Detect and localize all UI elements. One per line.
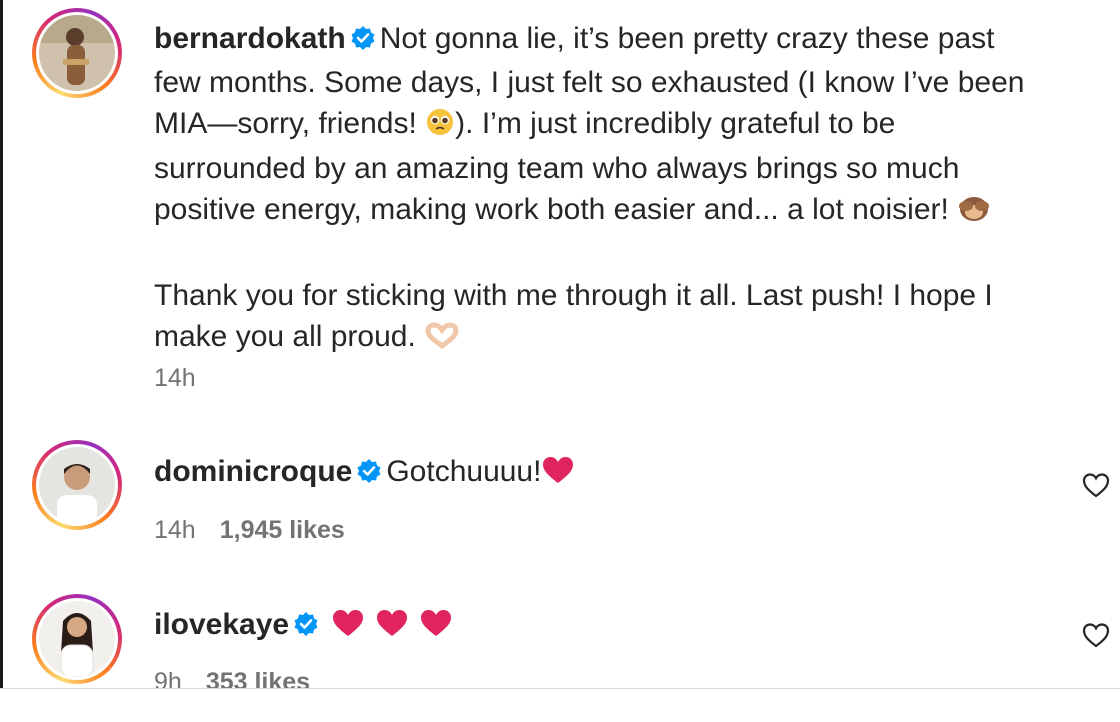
avatar-ilovekaye[interactable] (32, 594, 122, 684)
caption-timestamp[interactable]: 14h (154, 364, 196, 392)
verified-badge-icon (293, 607, 319, 648)
comment-text: Gotchuuuu! (386, 455, 542, 488)
comment-dominicroque: dominicroque Gotchuuuu! (154, 451, 1034, 496)
caption-meta: 14h (154, 364, 196, 393)
pleading-face-emoji (425, 107, 455, 148)
see-no-evil-monkey-emoji (957, 193, 991, 234)
comment-input-bar[interactable] (0, 688, 1120, 722)
avatar-bernardokath[interactable] (32, 8, 122, 98)
comment-timestamp[interactable]: 14h (154, 516, 196, 544)
caption-line-2: few months. Some days, I just felt so ex… (154, 66, 1025, 99)
red-heart-emoji (541, 455, 575, 496)
like-heart-outline-icon[interactable] (1081, 470, 1111, 500)
caption-line-3b: ). I’m just incredibly grateful to be (455, 107, 896, 140)
caption-text: bernardokath Not gonna lie, it’s been pr… (154, 18, 1084, 361)
caption-line-6: Thank you for sticking with me through i… (154, 279, 993, 312)
caption-line-1: Not gonna lie, it’s been pretty crazy th… (379, 22, 995, 55)
verified-badge-icon (356, 454, 382, 495)
comment-likes-count[interactable]: 1,945 likes (220, 516, 345, 544)
username-bernardokath[interactable]: bernardokath (154, 22, 346, 55)
caption-line-3a: MIA—sorry, friends! (154, 107, 417, 140)
caption-line-5: positive energy, making work both easier… (154, 193, 949, 226)
avatar-dominicroque[interactable] (32, 440, 122, 530)
caption-line-4: surrounded by an amazing team who always… (154, 152, 960, 185)
red-heart-emoji (331, 608, 365, 649)
window-edge (0, 0, 3, 722)
username-ilovekaye[interactable]: ilovekaye (154, 608, 289, 641)
comments-panel: bernardokath Not gonna lie, it’s been pr… (0, 0, 1120, 722)
red-heart-emoji (375, 608, 409, 649)
caption-line-7: make you all proud. (154, 320, 416, 353)
username-dominicroque[interactable]: dominicroque (154, 455, 352, 488)
heart-hands-emoji (424, 320, 460, 361)
comment-meta-dominicroque: 14h 1,945 likes (154, 516, 345, 545)
red-heart-emoji (419, 608, 453, 649)
verified-badge-icon (350, 21, 376, 62)
comment-ilovekaye: ilovekaye (154, 604, 1034, 649)
like-heart-outline-icon[interactable] (1081, 620, 1111, 650)
